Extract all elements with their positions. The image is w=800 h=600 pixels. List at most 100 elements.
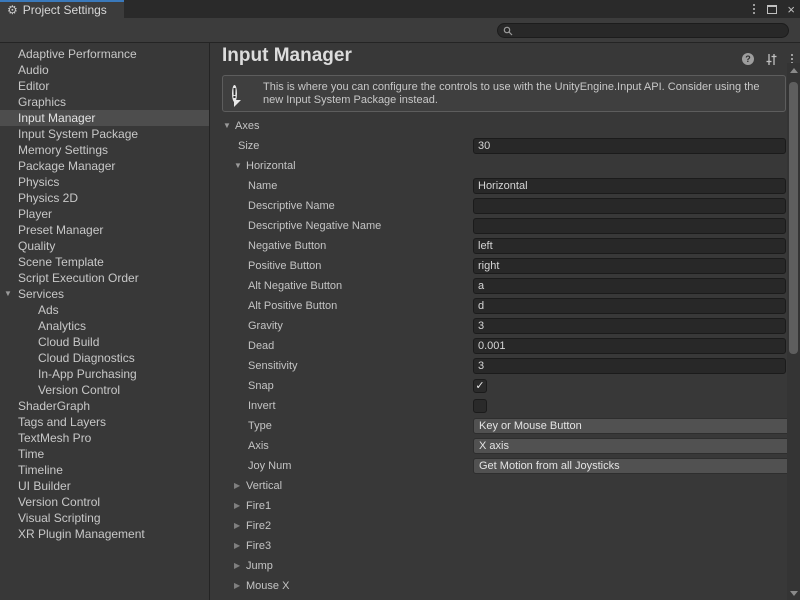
tab-label: Project Settings xyxy=(23,3,107,17)
vertical-scrollbar[interactable] xyxy=(787,63,800,600)
foldout-closed-icon[interactable]: ▶ xyxy=(234,542,240,550)
scrollbar-down-icon[interactable] xyxy=(790,591,798,596)
sidebar-item-label: Visual Scripting xyxy=(18,511,101,525)
property-row-sensitivity: Sensitivity3 xyxy=(211,356,786,376)
alt-negative-button-field[interactable]: a xyxy=(473,278,786,294)
mouse-x-label: Mouse X xyxy=(246,580,289,592)
foldout-open-icon[interactable]: ▼ xyxy=(4,286,12,302)
sidebar-item-adaptive-performance[interactable]: Adaptive Performance xyxy=(0,46,209,62)
sidebar-item-label: TextMesh Pro xyxy=(18,431,91,445)
axis-dropdown[interactable]: X axis xyxy=(473,438,800,454)
sidebar-item-timeline[interactable]: Timeline xyxy=(0,462,209,478)
sidebar-item-script-execution-order[interactable]: Script Execution Order xyxy=(0,270,209,286)
page-title: Input Manager xyxy=(222,45,352,67)
type-dropdown[interactable]: Key or Mouse Button xyxy=(473,418,800,434)
sidebar-item-input-manager[interactable]: Input Manager xyxy=(0,110,209,126)
search-input[interactable] xyxy=(513,25,783,37)
sidebar-item-label: Package Manager xyxy=(18,159,115,173)
sidebar-item-time[interactable]: Time xyxy=(0,446,209,462)
sidebar-item-cloud-build[interactable]: Cloud Build xyxy=(0,334,209,350)
sidebar-item-xr-plugin-management[interactable]: XR Plugin Management xyxy=(0,526,209,542)
size-field[interactable]: 30 xyxy=(473,138,786,154)
foldout-closed-icon[interactable]: ▶ xyxy=(234,482,240,490)
snap-label: Snap xyxy=(248,380,274,392)
type-label: Type xyxy=(248,420,272,432)
fire2-label: Fire2 xyxy=(246,520,271,532)
sidebar-item-label: Tags and Layers xyxy=(18,415,106,429)
sidebar-item-audio[interactable]: Audio xyxy=(0,62,209,78)
property-row-descriptive-name: Descriptive Name xyxy=(211,196,786,216)
foldout-closed-icon[interactable]: ▶ xyxy=(234,502,240,510)
maximize-icon[interactable] xyxy=(767,5,777,14)
dead-label: Dead xyxy=(248,340,274,352)
foldout-open-icon[interactable]: ▼ xyxy=(234,162,242,170)
property-row-mouse-x: ▶ Mouse X xyxy=(211,576,786,596)
joy-num-dropdown[interactable]: Get Motion from all Joysticks xyxy=(473,458,800,474)
foldout-closed-icon[interactable]: ▶ xyxy=(234,562,240,570)
search-box[interactable] xyxy=(497,23,789,38)
name-label: Name xyxy=(248,180,277,192)
size-label: Size xyxy=(238,140,259,152)
close-icon[interactable]: × xyxy=(787,3,795,16)
sidebar-item-physics-2d[interactable]: Physics 2D xyxy=(0,190,209,206)
alt-positive-button-field[interactable]: d xyxy=(473,298,786,314)
jump-label: Jump xyxy=(246,560,273,572)
sidebar-item-memory-settings[interactable]: Memory Settings xyxy=(0,142,209,158)
sidebar-item-label: Quality xyxy=(18,239,55,253)
sidebar-item-editor[interactable]: Editor xyxy=(0,78,209,94)
sidebar-item-ads[interactable]: Ads xyxy=(0,302,209,318)
sidebar-item-label: Memory Settings xyxy=(18,143,108,157)
sidebar-item-visual-scripting[interactable]: Visual Scripting xyxy=(0,510,209,526)
sidebar-list: Adaptive PerformanceAudioEditorGraphicsI… xyxy=(0,46,209,542)
sidebar-item-version-control[interactable]: Version Control xyxy=(0,494,209,510)
tab-project-settings[interactable]: ⚙ Project Settings xyxy=(0,0,124,18)
descriptive-name-field[interactable] xyxy=(473,198,786,214)
descriptive-negative-name-field[interactable] xyxy=(473,218,786,234)
invert-checkbox[interactable] xyxy=(473,399,487,413)
sensitivity-field[interactable]: 3 xyxy=(473,358,786,374)
sidebar-item-label: Physics 2D xyxy=(18,191,78,205)
snap-checkbox[interactable]: ✓ xyxy=(473,379,487,393)
dead-field[interactable]: 0.001 xyxy=(473,338,786,354)
sidebar-item-physics[interactable]: Physics xyxy=(0,174,209,190)
scrollbar-up-icon[interactable] xyxy=(790,68,798,73)
gravity-field[interactable]: 3 xyxy=(473,318,786,334)
property-row-vertical: ▶Vertical xyxy=(211,476,786,496)
sidebar-item-label: Adaptive Performance xyxy=(18,47,137,61)
sidebar-item-in-app-purchasing[interactable]: In-App Purchasing xyxy=(0,366,209,382)
sidebar-item-graphics[interactable]: Graphics xyxy=(0,94,209,110)
sidebar-item-shadergraph[interactable]: ShaderGraph xyxy=(0,398,209,414)
sidebar-item-tags-and-layers[interactable]: Tags and Layers xyxy=(0,414,209,430)
sidebar-item-preset-manager[interactable]: Preset Manager xyxy=(0,222,209,238)
sidebar-item-label: In-App Purchasing xyxy=(38,367,137,381)
property-row-negative-button: Negative Buttonleft xyxy=(211,236,786,256)
sidebar-item-quality[interactable]: Quality xyxy=(0,238,209,254)
help-icon[interactable]: ? xyxy=(742,53,754,65)
sidebar-item-label: Ads xyxy=(38,303,59,317)
property-row-size: Size 30 xyxy=(211,136,786,156)
foldout-closed-icon[interactable]: ▶ xyxy=(234,582,240,590)
sidebar-item-input-system-package[interactable]: Input System Package xyxy=(0,126,209,142)
foldout-closed-icon[interactable]: ▶ xyxy=(234,522,240,530)
sidebar-item-ui-builder[interactable]: UI Builder xyxy=(0,478,209,494)
sidebar-item-services[interactable]: ▼Services xyxy=(0,286,209,302)
positive-button-field[interactable]: right xyxy=(473,258,786,274)
sidebar-item-cloud-diagnostics[interactable]: Cloud Diagnostics xyxy=(0,350,209,366)
foldout-open-icon[interactable]: ▼ xyxy=(223,122,231,130)
fire1-label: Fire1 xyxy=(246,500,271,512)
scrollbar-thumb[interactable] xyxy=(789,82,798,354)
window-menu-icon[interactable] xyxy=(751,2,757,16)
sidebar-item-textmesh-pro[interactable]: TextMesh Pro xyxy=(0,430,209,446)
sidebar-item-label: Script Execution Order xyxy=(18,271,139,285)
sidebar-item-package-manager[interactable]: Package Manager xyxy=(0,158,209,174)
title-bar: ⚙ Project Settings × xyxy=(0,0,800,18)
axis-label: Axis xyxy=(248,440,269,452)
sidebar-item-player[interactable]: Player xyxy=(0,206,209,222)
presets-icon[interactable] xyxy=(765,53,778,66)
sidebar-item-label: Input Manager xyxy=(18,111,95,125)
sidebar-item-scene-template[interactable]: Scene Template xyxy=(0,254,209,270)
sidebar-item-version-control[interactable]: Version Control xyxy=(0,382,209,398)
name-field[interactable]: Horizontal xyxy=(473,178,786,194)
sidebar-item-analytics[interactable]: Analytics xyxy=(0,318,209,334)
negative-button-field[interactable]: left xyxy=(473,238,786,254)
